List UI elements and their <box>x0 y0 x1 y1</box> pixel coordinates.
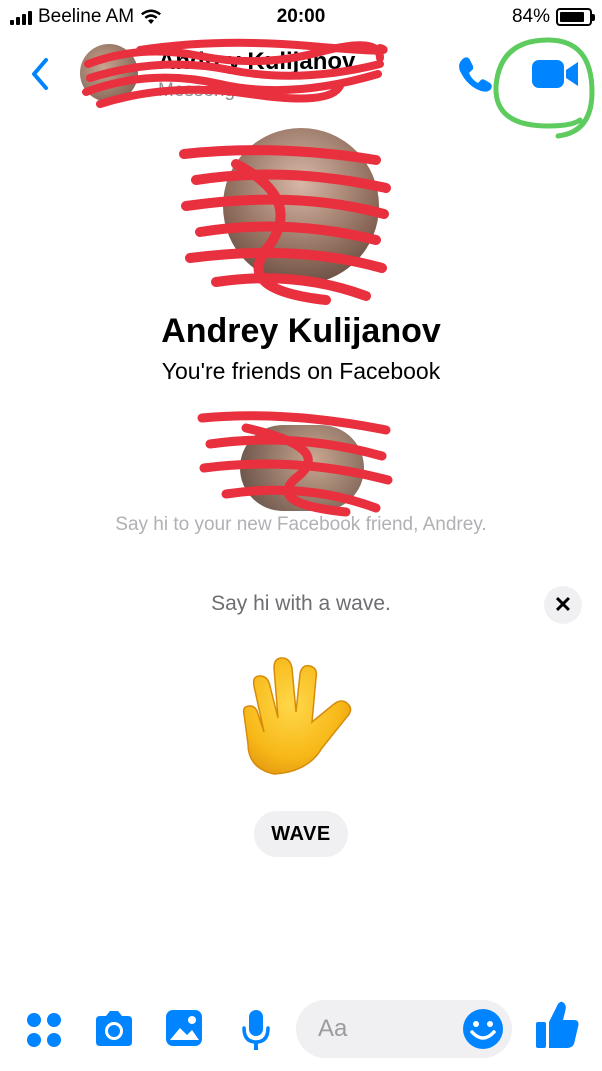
battery-icon <box>556 8 595 26</box>
close-icon[interactable]: ✕ <box>544 586 582 624</box>
more-apps-icon[interactable] <box>24 1010 64 1050</box>
contact-name[interactable]: Andrey Kulijanov <box>158 48 355 76</box>
microphone-icon[interactable] <box>240 1008 272 1052</box>
friendship-status: You're friends on Facebook <box>161 358 441 384</box>
intro-message: Say hi to your new Facebook friend, Andr… <box>115 514 487 535</box>
thumbs-up-icon[interactable] <box>534 1000 580 1050</box>
back-chevron-icon[interactable] <box>26 54 56 94</box>
wave-prompt: Say hi with a wave. <box>211 592 391 615</box>
waving-hand-icon[interactable] <box>238 652 362 778</box>
message-composer <box>296 1000 512 1058</box>
composer-bar <box>0 996 602 1062</box>
highlight-annotation <box>493 37 595 139</box>
gallery-icon[interactable] <box>164 1008 204 1048</box>
battery-percent: 84% <box>511 6 550 27</box>
status-bar: Beeline AM 20:00 84% <box>0 0 602 34</box>
contact-subtitle: Messenger <box>158 80 252 101</box>
profile-name: Andrey Kulijanov <box>161 312 441 350</box>
status-right: 84% <box>511 6 595 28</box>
profile-photo[interactable] <box>223 128 379 284</box>
wave-button[interactable]: WAVE <box>254 811 348 857</box>
avatar[interactable] <box>80 44 138 102</box>
camera-icon[interactable] <box>92 1008 136 1050</box>
conversation-header: Andrey Kulijanov Messenger <box>0 34 602 139</box>
message-input[interactable] <box>318 1014 458 1044</box>
shared-photo <box>240 425 364 511</box>
emoji-icon[interactable] <box>460 1006 506 1052</box>
